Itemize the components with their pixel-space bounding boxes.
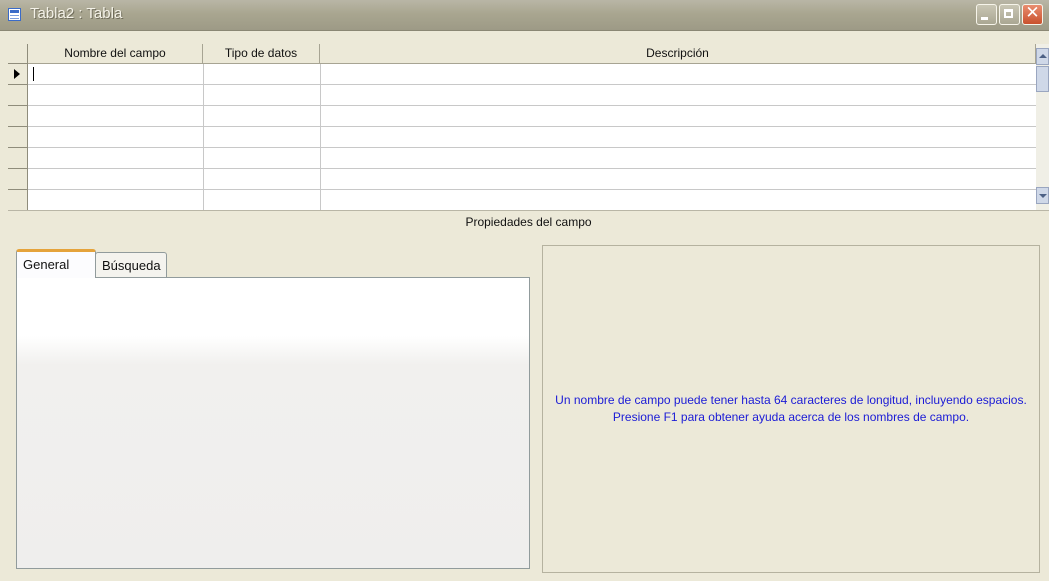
table-icon [8,8,21,21]
column-divider [203,64,204,210]
table-row[interactable] [28,148,1036,169]
table-row[interactable] [28,64,1036,85]
close-icon: ✕ [1025,3,1040,23]
column-header-data-type[interactable]: Tipo de datos [203,44,320,64]
scroll-thumb[interactable] [1036,66,1049,92]
grid-corner-header[interactable] [8,44,28,64]
row-selector-current[interactable] [8,64,28,85]
vertical-scrollbar[interactable] [1036,44,1049,210]
close-button[interactable]: ✕ [1022,3,1043,25]
help-panel: Un nombre de campo puede tener hasta 64 … [542,245,1040,573]
title-bar[interactable]: Tabla2 : Tabla ✕ [0,0,1049,31]
row-selector[interactable] [8,148,28,169]
maximize-button[interactable] [999,4,1020,25]
tab-general[interactable]: General [16,249,96,278]
table-row[interactable] [28,190,1036,211]
row-selector[interactable] [8,85,28,106]
column-divider [320,64,321,210]
row-selector[interactable] [8,190,28,211]
row-selector[interactable] [8,106,28,127]
table-row[interactable] [28,85,1036,106]
window-title: Tabla2 : Tabla [30,5,123,22]
text-cursor [33,67,34,81]
tab-busqueda[interactable]: Búsqueda [95,252,167,277]
column-header-field-name[interactable]: Nombre del campo [28,44,203,64]
properties-tab-panel [16,277,530,569]
minimize-button[interactable] [976,4,997,25]
help-text: Un nombre de campo puede tener hasta 64 … [555,393,1027,424]
table-row[interactable] [28,106,1036,127]
row-selector[interactable] [8,169,28,190]
row-selector[interactable] [8,127,28,148]
table-row[interactable] [28,169,1036,190]
scroll-down-arrow-icon[interactable] [1036,187,1049,204]
table-row[interactable] [28,127,1036,148]
column-header-description[interactable]: Descripción [320,44,1036,64]
scroll-up-arrow-icon[interactable] [1036,48,1049,65]
field-properties-heading: Propiedades del campo [8,210,1049,233]
